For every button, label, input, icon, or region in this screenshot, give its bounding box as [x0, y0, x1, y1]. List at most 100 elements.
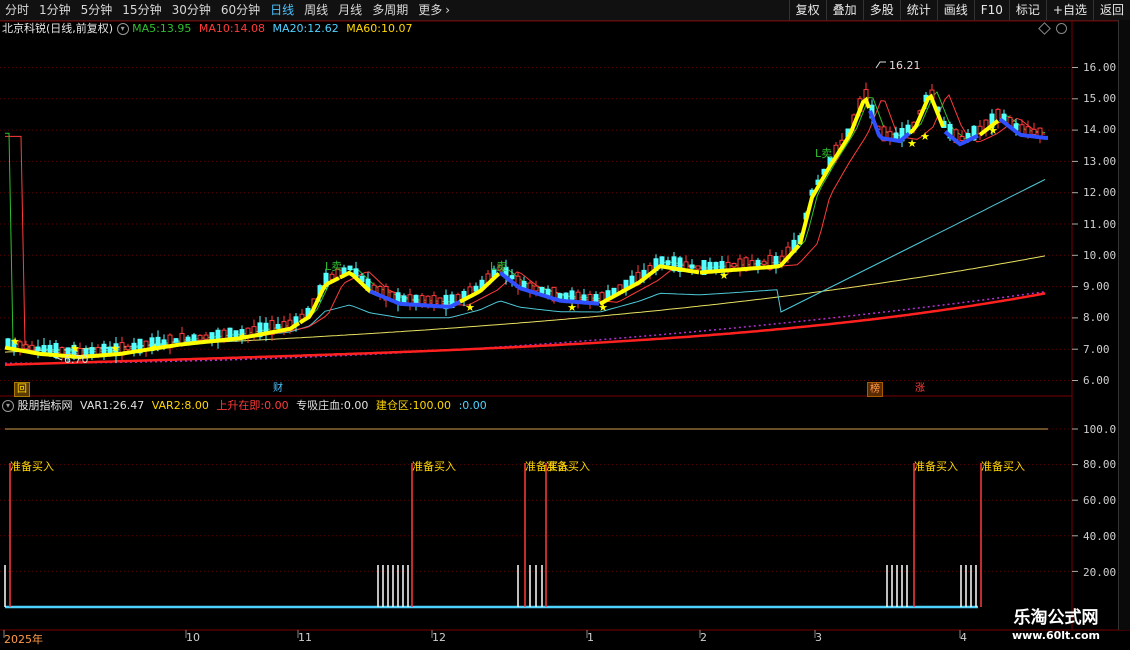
tab-daily[interactable]: 日线 — [265, 0, 299, 20]
tab-1min[interactable]: 1分钟 — [34, 0, 76, 20]
candle-body — [107, 346, 113, 354]
candle-body — [263, 322, 269, 335]
stock-title[interactable]: 北京科锐(日线,前复权) — [2, 22, 113, 35]
candle-body — [893, 132, 899, 139]
candle-body — [1013, 123, 1019, 131]
candle-body — [839, 139, 845, 146]
signal-band — [4, 321, 301, 360]
event-tag-bang[interactable]: 榜 — [867, 382, 883, 397]
candle-body — [41, 345, 47, 355]
candle-body — [815, 179, 821, 185]
candle-body — [215, 329, 221, 342]
candle-body — [863, 89, 869, 102]
signal-band — [369, 289, 461, 309]
candle-body — [821, 168, 827, 175]
candle-body — [455, 294, 461, 303]
candle-body — [287, 319, 293, 329]
candle-body — [983, 119, 989, 132]
candle-body — [35, 346, 41, 352]
ma-curve-yellow — [4, 255, 1046, 353]
candle-body — [155, 336, 161, 350]
tab-fenshi[interactable]: 分时 — [0, 0, 34, 20]
price-tick: 14.00 — [1083, 123, 1117, 136]
fuquan-button[interactable]: 复权 — [788, 0, 826, 20]
back-button[interactable]: 返回 — [1092, 0, 1130, 20]
add-watchlist-button[interactable]: +自选 — [1045, 0, 1093, 20]
candle-body — [269, 320, 275, 336]
candle-body — [629, 275, 635, 288]
settings-gear-icon[interactable]: ▾ — [116, 23, 129, 35]
candle-body — [785, 246, 791, 259]
candle-body — [923, 94, 929, 103]
time-tick: 2 — [700, 631, 707, 644]
candle-body — [935, 106, 941, 113]
price-tick: 12.00 — [1083, 186, 1117, 199]
tab-60min[interactable]: 60分钟 — [216, 0, 265, 20]
candle-body — [11, 339, 17, 350]
tab-multi-period[interactable]: 多周期 — [367, 0, 413, 20]
multi-stock-button[interactable]: 多股 — [862, 0, 900, 20]
candle-body — [89, 347, 95, 356]
star-icon: ★ — [150, 341, 160, 354]
indicator-name[interactable]: 股朋指标网 — [18, 399, 73, 412]
candle-body — [725, 261, 731, 270]
watermark: 乐淘公式网 www.60lt.com — [1000, 607, 1112, 643]
candle-body — [371, 284, 377, 292]
tab-weekly[interactable]: 周线 — [299, 0, 333, 20]
draw-line-button[interactable]: 画线 — [936, 0, 974, 20]
candle-body — [299, 313, 305, 320]
overlay-button[interactable]: 叠加 — [825, 0, 863, 20]
candle-body — [233, 330, 239, 338]
time-tick: 12 — [432, 631, 446, 644]
circle-icon[interactable] — [1056, 23, 1067, 34]
price-tick: 10.00 — [1083, 249, 1117, 262]
candle-body — [251, 326, 257, 336]
jiancang-label: 建仓区:100.00 — [375, 399, 452, 412]
ma-curve-cyan — [4, 178, 1046, 351]
diamond-icon[interactable] — [1038, 22, 1051, 35]
tab-5min[interactable]: 5分钟 — [76, 0, 118, 20]
price-tick: 15.00 — [1083, 92, 1117, 105]
tab-30min[interactable]: 30分钟 — [167, 0, 216, 20]
f10-button[interactable]: F10 — [973, 0, 1009, 20]
high-price-marker: 16.21 — [889, 59, 921, 72]
candle-body — [761, 260, 767, 265]
candle-body — [623, 279, 629, 290]
indicator-settings-icon[interactable]: ▾ — [2, 400, 14, 412]
star-icon: ★ — [567, 301, 577, 314]
candle-body — [167, 334, 173, 349]
candle-body — [641, 269, 647, 279]
tab-more[interactable]: 更多 › — [413, 0, 455, 20]
candle-body — [119, 342, 125, 356]
time-tick: 1 — [587, 631, 594, 644]
candle-body — [947, 123, 953, 139]
candle-body — [1031, 128, 1037, 135]
star-icon: ★ — [719, 269, 729, 282]
event-tag-zhang[interactable]: 涨 — [913, 382, 927, 395]
candle-body — [755, 259, 761, 267]
buy-signal-label: 准备买入 — [10, 460, 54, 473]
zhuanxi-label: 专吸庄血:0.00 — [296, 399, 369, 412]
candle-body — [539, 286, 545, 294]
candle-body — [293, 316, 299, 325]
candle-body — [131, 342, 137, 352]
price-tick: 16.00 — [1083, 61, 1117, 74]
candle-body — [383, 286, 389, 301]
low-price-marker: 6.70 — [64, 353, 89, 366]
top-toolbar: 分时 1分钟 5分钟 15分钟 30分钟 60分钟 日线 周线 月线 多周期 更… — [0, 0, 1130, 21]
side-panel-edge — [1118, 20, 1130, 630]
stats-button[interactable]: 统计 — [899, 0, 937, 20]
event-tag-hui[interactable]: 回 — [14, 382, 30, 397]
mark-button[interactable]: 标记 — [1008, 0, 1046, 20]
candle-body — [365, 278, 371, 291]
candle-body — [437, 297, 443, 306]
tab-15min[interactable]: 15分钟 — [117, 0, 166, 20]
tab-monthly[interactable]: 月线 — [333, 0, 367, 20]
price-tick: 7.00 — [1083, 343, 1110, 356]
candle-body — [545, 288, 551, 296]
event-tag-cai[interactable]: 财 — [271, 382, 285, 395]
var1-label: VAR1:26.47 — [80, 399, 145, 412]
candle-body — [227, 327, 233, 342]
candle-body — [197, 334, 203, 341]
buy-signal-label: 准备买入 — [914, 460, 958, 473]
